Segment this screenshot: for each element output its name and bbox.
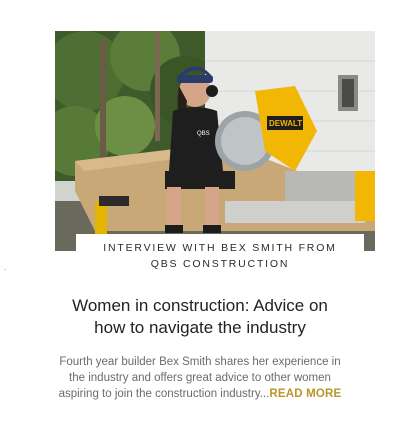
edge-mark: • xyxy=(4,267,7,274)
shirt-logo: QBS xyxy=(197,131,210,137)
article-photo[interactable]: QBS DEWALT xyxy=(55,31,375,251)
excerpt-line-3: aspiring to join the construction indust… xyxy=(58,388,270,400)
category-line-1: INTERVIEW WITH BEX SMITH FROM xyxy=(103,242,337,254)
excerpt-line-1: Fourth year builder Bex Smith shares her… xyxy=(59,356,341,368)
category-line-2: QBS CONSTRUCTION xyxy=(150,258,290,270)
article-category: INTERVIEW WITH BEX SMITH FROM QBS CONSTR… xyxy=(76,234,364,274)
construction-photo-illustration: QBS DEWALT xyxy=(55,31,375,251)
read-more-link[interactable]: READ MORE xyxy=(269,388,341,400)
excerpt-line-2: the industry and offers great advice to … xyxy=(69,372,331,384)
title-line-2: how to navigate the industry xyxy=(94,318,306,337)
article-title[interactable]: Women in construction: Advice on how to … xyxy=(20,295,380,339)
title-line-1: Women in construction: Advice on xyxy=(72,296,328,315)
article-excerpt: Fourth year builder Bex Smith shares her… xyxy=(30,354,370,402)
saw-brand-label: DEWALT xyxy=(269,119,302,128)
article-card[interactable]: QBS DEWALT INTERVIEW WITH BEX SMITH FROM… xyxy=(0,0,400,426)
